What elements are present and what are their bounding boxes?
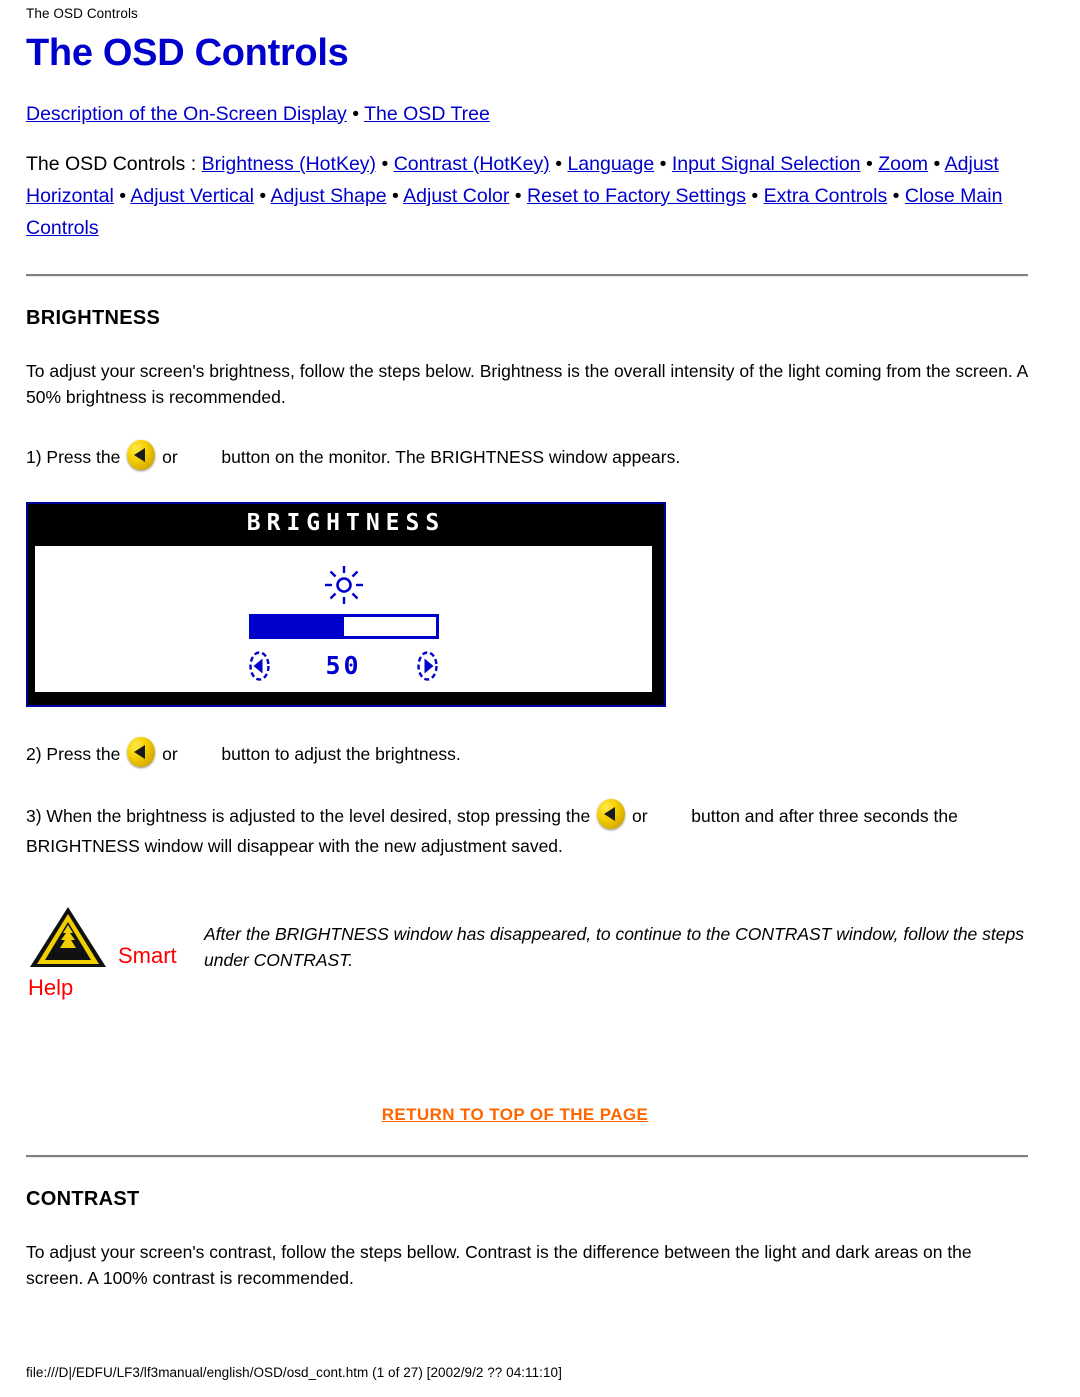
link-zoom[interactable]: Zoom bbox=[878, 153, 928, 175]
nav-links-primary: Description of the On-Screen Display • T… bbox=[26, 98, 1054, 130]
brightness-intro-text: To adjust your screen's brightness, foll… bbox=[26, 360, 1028, 407]
brightness-value: 50 bbox=[325, 651, 362, 681]
nav-separator: • bbox=[253, 184, 271, 207]
nav-separator: • bbox=[928, 152, 945, 175]
step-1-text-after: button on the monitor. The BRIGHTNESS wi… bbox=[221, 446, 681, 467]
document-content: The OSD Controls Description of the On-S… bbox=[26, 32, 1054, 1291]
smart-help-label-smart: Smart bbox=[118, 942, 177, 968]
step-2-or: or bbox=[162, 743, 178, 764]
osd-window-title: BRIGHTNESS bbox=[28, 503, 664, 542]
browser-page-footer: file:///D|/EDFU/LF3/lf3manual/english/OS… bbox=[26, 1365, 562, 1380]
step-1-text-before: 1) Press the bbox=[26, 446, 121, 467]
link-adjust-color[interactable]: Adjust Color bbox=[403, 185, 509, 207]
step-2-text-after: button to adjust the brightness. bbox=[221, 743, 461, 764]
missing-right-arrow-button-icon bbox=[183, 747, 217, 763]
nav-separator: • bbox=[113, 184, 131, 207]
smart-help-label-help: Help bbox=[28, 974, 74, 1000]
link-contrast-hotkey[interactable]: Contrast (HotKey) bbox=[394, 153, 550, 175]
triangle-left-glyph bbox=[134, 744, 146, 759]
link-brightness-hotkey[interactable]: Brightness (HotKey) bbox=[202, 153, 376, 175]
nav-separator: • bbox=[549, 152, 568, 175]
osd-right-arrow-icon[interactable] bbox=[417, 650, 439, 681]
nav-separator: • bbox=[654, 152, 672, 175]
heading-brightness: BRIGHTNESS bbox=[26, 306, 161, 329]
left-arrow-button-icon[interactable] bbox=[127, 736, 156, 767]
sun-icon bbox=[324, 565, 363, 604]
smart-help-note: Smart Help After the BRIGHTNESS window h… bbox=[26, 903, 1054, 1013]
browser-page-header: The OSD Controls bbox=[26, 6, 138, 21]
osd-brightness-window: BRIGHTNESS 50 bbox=[26, 501, 666, 707]
page-title: The OSD Controls bbox=[26, 32, 349, 74]
nav-separator: • bbox=[346, 102, 365, 125]
brightness-slider-fill bbox=[251, 616, 344, 636]
triangle-left-glyph bbox=[134, 447, 146, 462]
contrast-intro-text: To adjust your screen's contrast, follow… bbox=[26, 1241, 972, 1288]
link-language[interactable]: Language bbox=[567, 153, 654, 175]
smart-help-icon-block: Smart Help bbox=[26, 903, 204, 1000]
nav-separator: • bbox=[386, 184, 404, 207]
nav-separator: • bbox=[745, 184, 764, 207]
triangle-left-glyph bbox=[604, 806, 616, 821]
nav-prefix: The OSD Controls : bbox=[26, 152, 202, 175]
left-arrow-button-icon[interactable] bbox=[127, 439, 156, 470]
link-extra-controls[interactable]: Extra Controls bbox=[764, 185, 888, 207]
nav-separator: • bbox=[376, 152, 394, 175]
brightness-step-2: 2) Press the or button to adjust the bri… bbox=[26, 736, 1046, 769]
smart-help-note-text: After the BRIGHTNESS window has disappea… bbox=[204, 923, 1024, 970]
warning-triangle-icon bbox=[30, 906, 106, 967]
step-2-text-before: 2) Press the bbox=[26, 743, 121, 764]
link-description-of-the-on-screen-display[interactable]: Description of the On-Screen Display bbox=[26, 103, 347, 125]
link-reset-to-factory-settings[interactable]: Reset to Factory Settings bbox=[527, 185, 746, 207]
return-to-top-container: RETURN TO TOP OF THE PAGE bbox=[26, 1105, 1054, 1125]
nav-separator: • bbox=[887, 184, 905, 207]
link-input-signal-selection[interactable]: Input Signal Selection bbox=[672, 153, 861, 175]
return-to-top-link[interactable]: RETURN TO TOP OF THE PAGE bbox=[382, 1105, 649, 1124]
missing-right-arrow-button-icon bbox=[183, 450, 217, 466]
osd-left-arrow-icon[interactable] bbox=[248, 650, 270, 681]
nav-links-osd-controls: The OSD Controls : Brightness (HotKey) •… bbox=[26, 148, 1054, 244]
step-3-text-before: 3) When the brightness is adjusted to th… bbox=[26, 805, 591, 826]
link-adjust-vertical[interactable]: Adjust Vertical bbox=[130, 185, 254, 207]
brightness-step-3: 3) When the brightness is adjusted to th… bbox=[26, 798, 1046, 861]
left-arrow-button-icon[interactable] bbox=[597, 798, 626, 829]
missing-right-arrow-button-icon bbox=[652, 809, 686, 825]
link-adjust-shape[interactable]: Adjust Shape bbox=[271, 185, 387, 207]
nav-separator: • bbox=[509, 184, 528, 207]
link-the-osd-tree[interactable]: The OSD Tree bbox=[364, 103, 490, 125]
section-divider-top bbox=[26, 273, 1028, 277]
heading-contrast: CONTRAST bbox=[26, 1187, 140, 1210]
step-1-or: or bbox=[162, 446, 178, 467]
step-3-or: or bbox=[631, 805, 648, 826]
osd-controls-row: 50 bbox=[248, 649, 439, 683]
brightness-step-1: 1) Press the or button on the monitor. T… bbox=[26, 439, 1046, 472]
section-divider-contrast bbox=[26, 1154, 1028, 1158]
osd-window-body: 50 bbox=[35, 545, 652, 692]
brightness-slider-track[interactable] bbox=[248, 613, 439, 639]
nav-separator: • bbox=[860, 152, 879, 175]
